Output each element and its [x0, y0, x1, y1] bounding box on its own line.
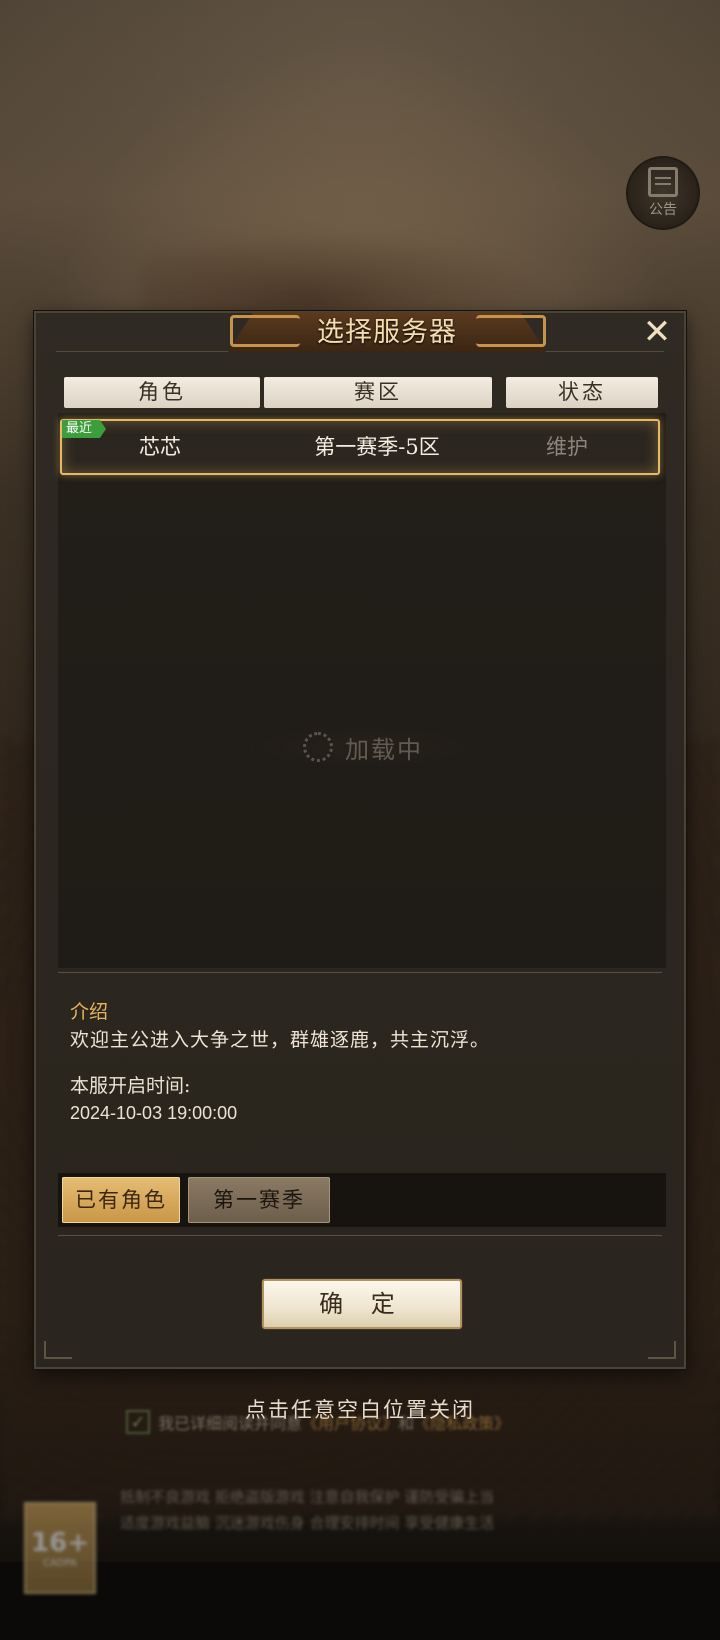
- health-notice-line: 抵制不良游戏 拒绝盗版游戏 注意自我保护 谨防受骗上当: [120, 1488, 495, 1506]
- loading-indicator: 加载中: [248, 725, 478, 769]
- health-notice: 抵制不良游戏 拒绝盗版游戏 注意自我保护 谨防受骗上当 适度游戏益脑 沉迷游戏伤…: [120, 1484, 620, 1536]
- checkbox-checked-icon[interactable]: ✓: [126, 1410, 150, 1434]
- confirm-button[interactable]: 确 定: [262, 1279, 462, 1329]
- open-time-value: 2024-10-03 19:00:00: [70, 1103, 238, 1123]
- header-zone: 赛区: [264, 377, 492, 408]
- header-role: 角色: [64, 377, 260, 408]
- divider: [58, 972, 662, 973]
- server-row[interactable]: 最近 芯芯 第一赛季-5区 维护: [60, 419, 660, 475]
- health-notice-line: 适度游戏益脑 沉迷游戏伤身 合理安排时间 享受健康生活: [120, 1514, 495, 1532]
- corner-ornament: [44, 1341, 72, 1359]
- notice-label: 公告: [649, 202, 677, 218]
- agreement-row: ✓ 我已详细阅读并同意 《用户协议》 和 《隐私政策》: [126, 1408, 510, 1436]
- server-zone: 第一赛季-5区: [314, 435, 440, 459]
- bottom-bar: [0, 1562, 720, 1640]
- open-time-label: 本服开启时间:: [70, 1075, 191, 1097]
- age-rating-label: CADPA: [43, 1557, 77, 1569]
- intro-label: 介绍: [70, 1001, 109, 1023]
- age-rating-badge: 16+ CADPA: [24, 1502, 96, 1594]
- agreement-mid: 和: [398, 1414, 415, 1433]
- corner-ornament: [648, 1341, 676, 1359]
- server-select-dialog: 选择服务器 ✕ 角色 赛区 状态 最近 芯芯 第一赛季-5区 维护 加载中 介绍…: [34, 311, 686, 1369]
- divider: [58, 1235, 662, 1236]
- intro-text: 欢迎主公进入大争之世，群雄逐鹿，共主沉浮。: [70, 1029, 491, 1051]
- notice-icon: [648, 167, 678, 197]
- close-icon[interactable]: ✕: [640, 315, 674, 349]
- dialog-title: 选择服务器: [317, 317, 457, 348]
- server-list[interactable]: 最近 芯芯 第一赛季-5区 维护 加载中: [58, 413, 666, 968]
- filter-existing-roles-button[interactable]: 已有角色: [62, 1177, 180, 1223]
- header-status: 状态: [506, 377, 658, 408]
- age-rating-value: 16+: [31, 1527, 89, 1558]
- user-agreement-link[interactable]: 《用户协议》: [302, 1410, 398, 1434]
- notice-button[interactable]: 公告: [626, 156, 700, 230]
- loading-text: 加载中: [345, 735, 423, 764]
- privacy-policy-link[interactable]: 《隐私政策》: [414, 1410, 510, 1434]
- filter-bar: 已有角色 第一赛季: [58, 1173, 666, 1227]
- loading-spinner-icon: [303, 732, 333, 762]
- agreement-prefix: 我已详细阅读并同意: [158, 1414, 303, 1433]
- filter-season-one-button[interactable]: 第一赛季: [188, 1177, 330, 1223]
- server-role: 芯芯: [139, 435, 181, 459]
- server-status: 维护: [546, 435, 588, 459]
